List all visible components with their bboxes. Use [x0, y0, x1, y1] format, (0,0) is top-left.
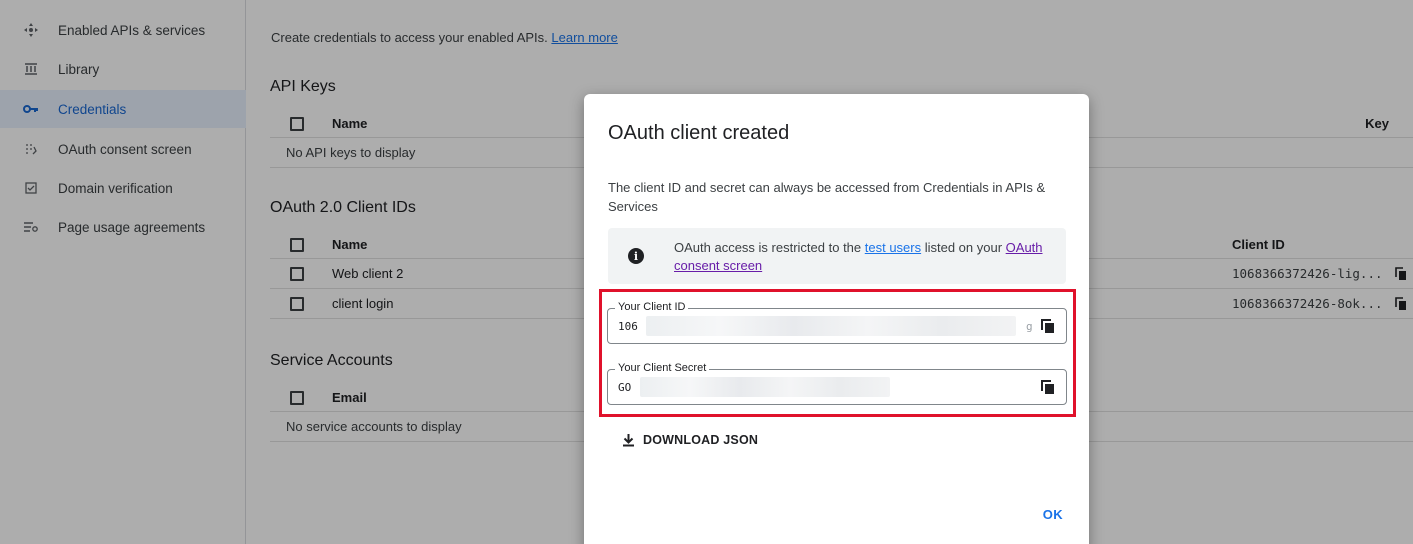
- info-icon: i: [628, 248, 644, 264]
- client-secret-value: GO: [618, 381, 632, 394]
- info-banner: i OAuth access is restricted to the test…: [608, 228, 1066, 284]
- download-icon: [623, 434, 634, 447]
- oauth-created-dialog: OAuth client created The client ID and s…: [584, 94, 1089, 544]
- download-json-label: DOWNLOAD JSON: [643, 433, 759, 447]
- info-text: OAuth access is restricted to the test u…: [674, 239, 1054, 275]
- client-id-value: 106: [618, 320, 638, 333]
- dialog-title: OAuth client created: [608, 122, 790, 144]
- copy-client-id-icon[interactable]: [1040, 318, 1056, 334]
- client-id-tail: g: [1026, 320, 1033, 333]
- client-secret-field[interactable]: Your Client Secret GO: [607, 362, 1067, 405]
- info-text-prefix: OAuth access is restricted to the: [674, 240, 865, 255]
- client-secret-label: Your Client Secret: [615, 362, 710, 374]
- redacted-blur: [646, 316, 1016, 336]
- test-users-link[interactable]: test users: [865, 240, 921, 255]
- client-id-field[interactable]: Your Client ID 106 g: [607, 301, 1067, 344]
- dialog-description: The client ID and secret can always be a…: [608, 180, 1046, 214]
- download-json-button[interactable]: DOWNLOAD JSON: [622, 433, 758, 447]
- info-text-middle: listed on your: [921, 240, 1006, 255]
- copy-client-secret-icon[interactable]: [1040, 379, 1056, 395]
- client-id-label: Your Client ID: [615, 301, 689, 313]
- redacted-blur: [640, 377, 890, 397]
- ok-button[interactable]: OK: [1043, 507, 1063, 522]
